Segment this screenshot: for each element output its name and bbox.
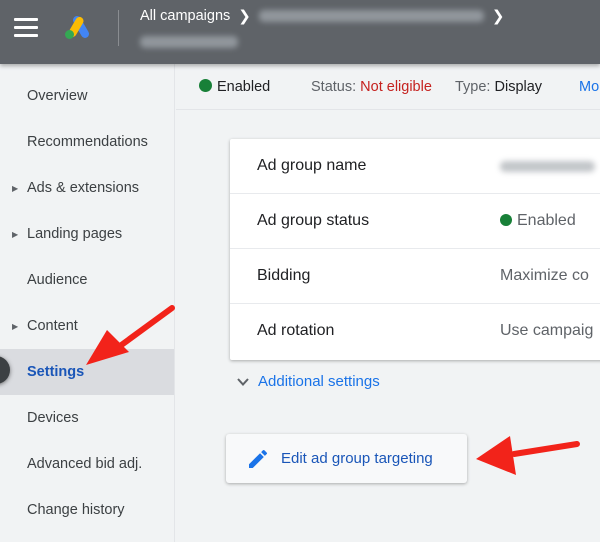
setting-label: Ad group name: [257, 157, 367, 174]
edit-ad-group-targeting-button[interactable]: Edit ad group targeting: [226, 434, 467, 483]
sidebar-item-label: Content: [27, 318, 78, 334]
setting-value-redacted: [500, 157, 595, 177]
sidebar-item-recommendations[interactable]: Recommendations: [0, 119, 174, 165]
type-label: Type:: [455, 78, 491, 95]
sidebar-item-label: Settings: [27, 364, 85, 380]
additional-settings-toggle[interactable]: Additional settings: [236, 373, 380, 390]
topbar-divider: [118, 10, 119, 46]
annotation-arrow-to-edit-button: [476, 436, 580, 475]
sidebar-item-label: Ads & extensions: [27, 180, 140, 196]
more-details-link[interactable]: Mo: [579, 79, 599, 95]
setting-value-text: Enabled: [517, 212, 576, 229]
setting-label: Ad group status: [257, 212, 370, 229]
status-value[interactable]: Not eligible: [360, 79, 432, 95]
sidebar-item-audience[interactable]: Audience: [0, 257, 174, 303]
sidebar-item-label: Change history: [27, 502, 125, 518]
setting-row-ad-rotation[interactable]: Ad rotation Use campaig: [230, 304, 600, 359]
top-app-bar: All campaigns ❯ ❯: [0, 0, 600, 64]
campaign-type: Type: Display: [455, 79, 542, 95]
redacted-ad-group-name: [500, 161, 595, 172]
sidebar-item-settings[interactable]: Settings: [0, 349, 174, 395]
chevron-down-icon: [237, 377, 249, 386]
status-dot-icon: [500, 214, 512, 226]
sidebar-item-label: Overview: [27, 88, 88, 104]
setting-label: Bidding: [257, 267, 311, 284]
sidebar-item-label: Landing pages: [27, 226, 123, 242]
caret-right-icon[interactable]: ▶: [12, 184, 18, 193]
setting-label: Ad rotation: [257, 322, 335, 339]
enabled-label: Enabled: [217, 78, 271, 95]
setting-row-ad-group-status[interactable]: Ad group status Enabled: [230, 194, 600, 249]
breadcrumb: All campaigns ❯ ❯: [140, 7, 580, 50]
hamburger-menu-icon[interactable]: [14, 18, 38, 40]
breadcrumb-ad-group-name-redacted: [140, 36, 238, 48]
sidebar-item-label: Devices: [27, 410, 79, 426]
sidebar-nav: Overview Recommendations ▶ Ads & extensi…: [0, 64, 175, 542]
sidebar-item-label: Recommendations: [27, 134, 148, 150]
caret-right-icon[interactable]: ▶: [12, 230, 18, 239]
sidebar-item-change-history[interactable]: Change history: [0, 487, 174, 533]
chevron-right-icon: ❯: [491, 8, 505, 25]
setting-value: Use campaig: [500, 322, 594, 339]
status-label: Status:: [311, 78, 357, 95]
sidebar-item-label: Audience: [27, 272, 88, 288]
enabled-status[interactable]: Enabled: [199, 78, 271, 95]
ad-group-settings-card: Ad group name Ad group status Enabled Bi…: [230, 139, 600, 360]
setting-value: Enabled: [500, 212, 576, 230]
sidebar-item-overview[interactable]: Overview: [0, 73, 174, 119]
type-value: Display: [494, 78, 543, 95]
chevron-right-icon: ❯: [238, 8, 251, 25]
setting-value: Maximize co: [500, 267, 589, 284]
additional-settings-label: Additional settings: [258, 373, 380, 390]
status-dot-icon: [199, 78, 212, 92]
sidebar-item-advanced-bid-adj[interactable]: Advanced bid adj.: [0, 441, 174, 487]
sidebar-item-label: Advanced bid adj.: [27, 456, 143, 472]
setting-row-bidding[interactable]: Bidding Maximize co: [230, 249, 600, 304]
setting-row-ad-group-name[interactable]: Ad group name: [230, 139, 600, 194]
sidebar-item-content[interactable]: ▶ Content: [0, 303, 174, 349]
eligibility-status: Status: Not eligible: [311, 79, 432, 95]
sidebar-item-ads-extensions[interactable]: ▶ Ads & extensions: [0, 165, 174, 211]
pencil-icon: [249, 449, 268, 468]
breadcrumb-all-campaigns[interactable]: All campaigns: [140, 8, 230, 24]
sidebar-item-devices[interactable]: Devices: [0, 395, 174, 441]
caret-right-icon[interactable]: ▶: [12, 322, 18, 331]
breadcrumb-campaign-name-redacted[interactable]: [258, 10, 484, 22]
status-strip: Enabled Status: Not eligible Type: Displ…: [176, 64, 600, 110]
sidebar-item-landing-pages[interactable]: ▶ Landing pages: [0, 211, 174, 257]
google-ads-logo-icon[interactable]: [64, 14, 94, 40]
edit-button-label: Edit ad group targeting: [281, 450, 433, 467]
